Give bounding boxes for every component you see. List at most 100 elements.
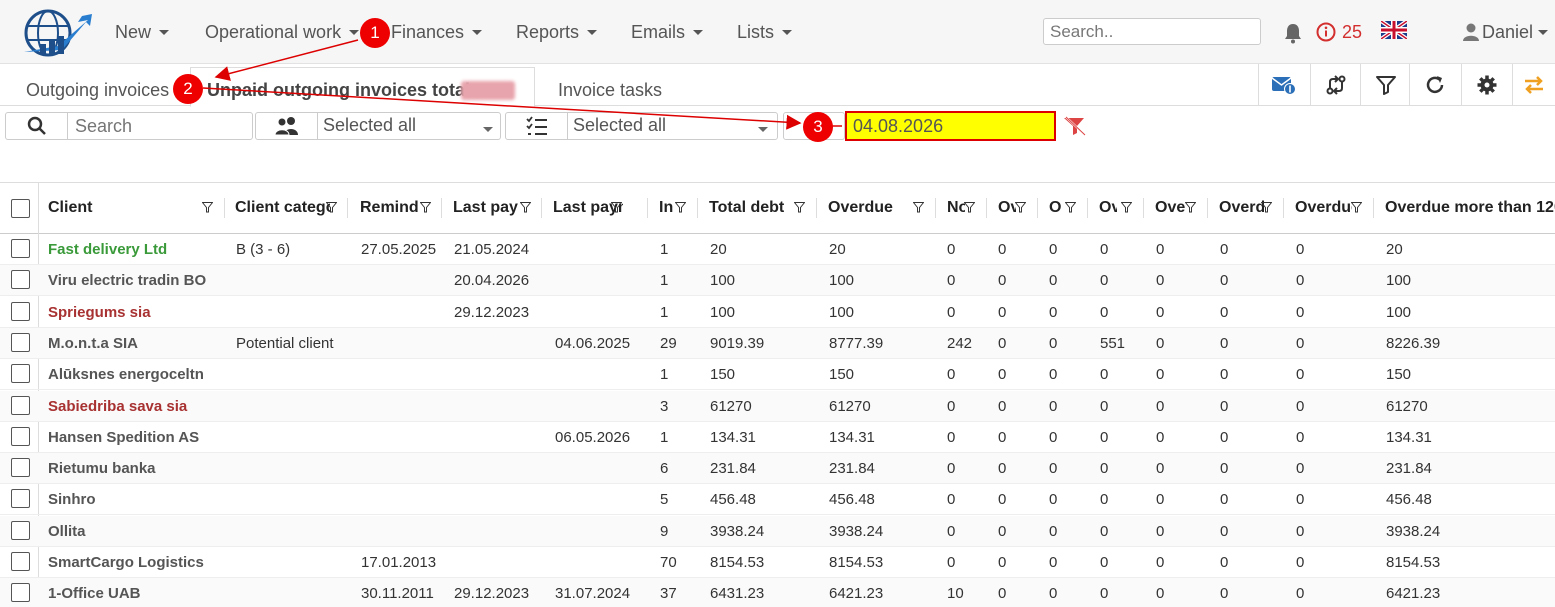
column-filter-icon[interactable] (1351, 202, 1362, 213)
table-row[interactable]: Sinhro 5 456.48 456.48 0 0 0 0 0 0 0 456.48 (0, 484, 1555, 516)
table-row[interactable]: 1-Office UAB 30.11.2011 29.12.2023 31.07.20… (0, 578, 1555, 607)
row-checkbox[interactable] (11, 364, 30, 384)
table-row[interactable]: Rietumu banka 6 231.84 231.84 0 0 0 0 0 0 0 231.84 (0, 453, 1555, 485)
company-logo[interactable] (18, 6, 92, 60)
tab-outgoing-invoices[interactable]: Outgoing invoices (26, 80, 169, 101)
user-menu[interactable]: Daniel (1463, 22, 1549, 43)
clients-select[interactable]: Selected all (318, 112, 498, 140)
row-checkbox[interactable] (11, 552, 30, 571)
row-checkbox[interactable] (11, 520, 30, 540)
annotation-marker-2: 2 (173, 74, 203, 104)
column-header[interactable]: Overd (1219, 199, 1264, 217)
row-checkbox[interactable] (11, 270, 30, 290)
row-checkbox[interactable] (11, 583, 30, 603)
client-name-link[interactable]: Spriegums sia (48, 304, 218, 321)
client-name-link[interactable]: Alūksnes energoceltn (48, 366, 218, 383)
column-filter-icon[interactable] (1121, 202, 1132, 213)
column-header[interactable]: Last payn (453, 199, 518, 217)
column-separator (1373, 198, 1374, 218)
table-row[interactable]: Sabiedriba sava sia 3 61270 61270 0 0 0 0 0 0 0 612… (0, 390, 1555, 422)
client-name-link[interactable]: Sabiedriba sava sia (48, 398, 218, 415)
column-filter-icon[interactable] (611, 202, 622, 213)
row-checkbox[interactable] (11, 239, 30, 258)
table-row[interactable]: Spriegums sia 29.12.2023 1 100 100 0 0 0 0 0 0 0 100 (0, 297, 1555, 328)
search-input[interactable] (70, 112, 250, 140)
client-name-link[interactable]: Fast delivery Ltd (48, 241, 218, 258)
column-filter-icon[interactable] (913, 202, 924, 213)
status-select[interactable]: Selected all (568, 112, 758, 140)
settings-button[interactable] (1461, 64, 1511, 106)
column-filter-icon[interactable] (520, 202, 531, 213)
column-separator (986, 198, 987, 218)
column-header[interactable]: Ov (1099, 199, 1117, 217)
filter-button[interactable] (1360, 64, 1410, 106)
column-filter-icon[interactable] (420, 202, 431, 213)
client-name-link[interactable]: M.o.n.t.a SIA (48, 335, 218, 352)
client-name-link[interactable]: SmartCargo Logistics (48, 554, 218, 571)
chevron-down-icon (782, 29, 793, 35)
date-input[interactable]: 04.08.2026 (845, 111, 1056, 141)
client-name-link[interactable]: Rietumu banka (48, 460, 218, 477)
column-header[interactable]: No (947, 199, 965, 217)
nav-emails[interactable]: Emails (631, 22, 704, 43)
column-filter-icon[interactable] (675, 202, 686, 213)
column-filter-icon[interactable] (1015, 202, 1026, 213)
send-email-button[interactable] (1258, 64, 1308, 106)
uk-flag-icon[interactable] (1381, 21, 1407, 39)
column-filter-icon[interactable] (964, 202, 975, 213)
bell-icon[interactable] (1283, 22, 1303, 44)
column-header[interactable]: Overdue (828, 199, 913, 217)
row-checkbox[interactable] (11, 395, 30, 415)
column-filter-icon[interactable] (794, 202, 805, 213)
table-row[interactable]: Alūksnes energoceltn 1 150 150 0 0 0 0 0 0 0 150 (0, 359, 1555, 391)
column-filter-icon[interactable] (202, 202, 213, 213)
info-circle-icon (1316, 22, 1336, 42)
column-filter-icon[interactable] (1065, 202, 1076, 213)
column-header[interactable]: O (1049, 199, 1061, 217)
nav-new[interactable]: New (115, 22, 170, 43)
nav-reports[interactable]: Reports (516, 22, 598, 43)
alerts-indicator[interactable]: 25 (1316, 22, 1362, 44)
select-all-checkbox[interactable] (11, 199, 30, 218)
table-row[interactable]: SmartCargo Logistics 17.01.2013 70 8154.53 8… (0, 547, 1555, 578)
column-header[interactable]: Client (48, 199, 198, 217)
column-filter-icon[interactable] (1261, 202, 1272, 213)
row-checkbox[interactable] (11, 426, 30, 446)
column-header[interactable]: Ov (998, 199, 1016, 217)
row-checkbox[interactable] (11, 332, 30, 352)
tab-unpaid-totals[interactable]: Unpaid outgoing invoices totals (207, 80, 480, 101)
nav-lists[interactable]: Lists (737, 22, 793, 43)
column-filter-icon[interactable] (326, 202, 337, 213)
clear-filter-icon[interactable] (1063, 116, 1087, 136)
nav-finances[interactable]: Finances (391, 22, 483, 43)
client-name-link[interactable]: Viru electric tradin BO (48, 272, 218, 289)
nav-operational-work[interactable]: Operational work (205, 22, 360, 43)
column-header[interactable]: Total debt (709, 199, 789, 217)
column-header[interactable]: Client catego (235, 199, 330, 217)
table-row[interactable]: Hansen Spedition AS 06.05.2026 1 134.31 134.… (0, 422, 1555, 453)
sync-button[interactable] (1310, 64, 1360, 106)
global-search-input[interactable] (1043, 18, 1261, 45)
table-row[interactable]: Ollita 9 3938.24 3938.24 0 0 0 0 0 0 0 3938.24 (0, 515, 1555, 547)
table-cell: 0 (998, 491, 1007, 509)
client-name-link[interactable]: Ollita (48, 523, 218, 540)
table-cell: 0 (1049, 428, 1058, 446)
tab-invoice-tasks[interactable]: Invoice tasks (558, 80, 662, 101)
table-row[interactable]: Fast delivery Ltd B (3 - 6) 27.05.2025 21.0… (0, 234, 1555, 265)
table-row[interactable]: M.o.n.t.a SIA Potential client 04.06.2025 2… (0, 327, 1555, 359)
refresh-button[interactable] (1409, 64, 1459, 106)
client-name-link[interactable]: 1-Office UAB (48, 585, 218, 602)
column-header[interactable]: Overdue more than 120 da (1385, 199, 1555, 217)
client-name-link[interactable]: Sinhro (48, 491, 218, 508)
row-checkbox[interactable] (11, 301, 30, 321)
row-checkbox[interactable] (11, 458, 30, 478)
column-header[interactable]: Remind ( (360, 199, 420, 217)
row-checkbox[interactable] (11, 489, 30, 509)
table-cell: 0 (1100, 585, 1109, 603)
column-header[interactable]: Ove (1155, 199, 1185, 217)
table-row[interactable]: Viru electric tradin BO 20.04.2026 1 100 100… (0, 265, 1555, 297)
swap-button[interactable] (1512, 64, 1555, 106)
client-name-link[interactable]: Hansen Spedition AS (48, 429, 218, 446)
column-filter-icon[interactable] (1185, 202, 1196, 213)
column-header[interactable]: Overdue (1295, 199, 1352, 217)
